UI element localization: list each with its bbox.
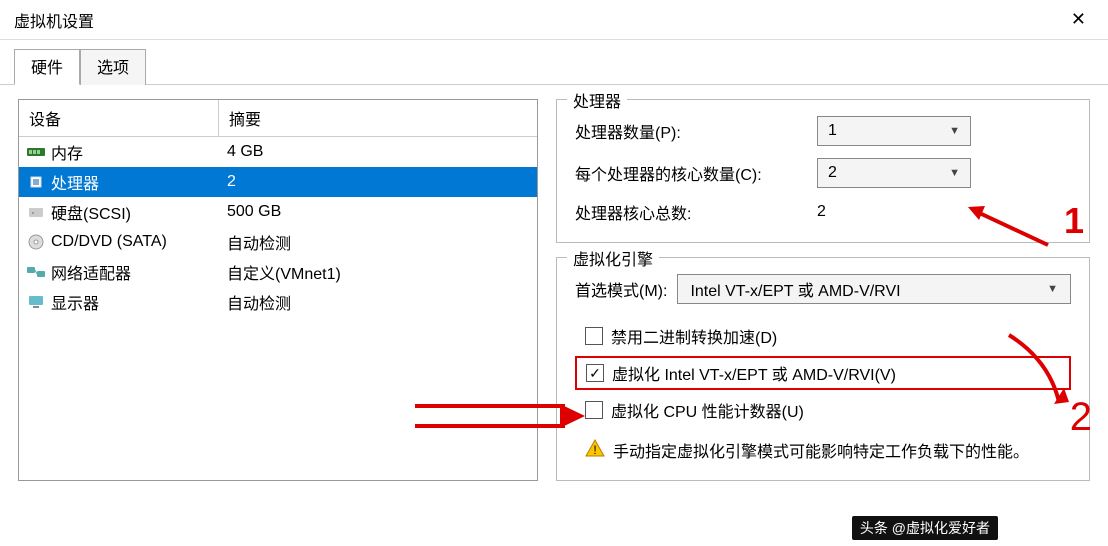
tab-bar: 硬件 选项 [0, 40, 1108, 85]
close-icon[interactable]: ✕ [1063, 5, 1094, 34]
svg-text:!: ! [593, 443, 596, 457]
device-name: CD/DVD (SATA) [51, 233, 167, 251]
col-summary[interactable]: 摘要 [219, 100, 537, 136]
titlebar: 虚拟机设置 ✕ [0, 0, 1108, 40]
device-summary: 500 GB [219, 201, 537, 223]
device-summary: 自动检测 [219, 228, 537, 256]
virt-engine-group: 虚拟化引擎 首选模式(M): Intel VT-x/EPT 或 AMD-V/RV… [556, 257, 1090, 481]
combo-value: 1 [828, 122, 837, 140]
window-title: 虚拟机设置 [14, 8, 94, 32]
warning-text: 手动指定虚拟化引擎模式可能影响特定工作负载下的性能。 [613, 438, 1029, 462]
cd-icon [27, 234, 45, 250]
table-header: 设备 摘要 [19, 100, 537, 137]
device-name: 网络适配器 [51, 260, 131, 284]
combo-value: Intel VT-x/EPT 或 AMD-V/RVI [690, 277, 900, 301]
combo-value: 2 [828, 164, 837, 182]
table-row[interactable]: 硬盘(SCSI) 500 GB [19, 197, 537, 227]
device-summary: 自动检测 [219, 288, 537, 316]
proc-count-combo[interactable]: 1 ▼ [817, 116, 971, 146]
mode-label: 首选模式(M): [575, 277, 667, 301]
proc-count-label: 处理器数量(P): [575, 119, 817, 143]
table-row[interactable]: CD/DVD (SATA) 自动检测 [19, 227, 537, 257]
disk-icon [27, 204, 45, 220]
checkbox-icon[interactable] [585, 401, 603, 419]
processor-group: 处理器 处理器数量(P): 1 ▼ 每个处理器的核心数量(C): 2 ▼ 处理器… [556, 99, 1090, 243]
total-cores-label: 处理器核心总数: [575, 200, 817, 224]
annotation-label: 2 [1070, 395, 1092, 440]
memory-icon [27, 144, 45, 160]
device-name: 显示器 [51, 290, 99, 314]
warning-row: ! 手动指定虚拟化引擎模式可能影响特定工作负载下的性能。 [575, 430, 1071, 462]
table-row[interactable]: 内存 4 GB [19, 137, 537, 167]
checkbox-label: 虚拟化 CPU 性能计数器(U) [611, 398, 804, 422]
group-title: 虚拟化引擎 [567, 246, 659, 270]
col-device[interactable]: 设备 [19, 100, 219, 136]
mode-combo[interactable]: Intel VT-x/EPT 或 AMD-V/RVI ▼ [677, 274, 1071, 304]
checkbox-vtx-ept[interactable]: ✓ 虚拟化 Intel VT-x/EPT 或 AMD-V/RVI(V) [575, 356, 1071, 390]
table-row[interactable]: 显示器 自动检测 [19, 287, 537, 317]
group-title: 处理器 [567, 88, 627, 112]
cores-per-proc-combo[interactable]: 2 ▼ [817, 158, 971, 188]
chevron-down-icon: ▼ [949, 125, 960, 137]
cpu-icon [27, 174, 45, 190]
warning-icon: ! [585, 438, 605, 458]
network-icon [27, 264, 45, 280]
total-cores-value: 2 [817, 203, 1071, 221]
device-name: 内存 [51, 140, 83, 164]
device-list: 设备 摘要 内存 4 GB 处理器 2 [18, 99, 538, 481]
chevron-down-icon: ▼ [949, 167, 960, 179]
annotation-label: 1 [1064, 200, 1084, 242]
checkbox-disable-bt[interactable]: 禁用二进制转换加速(D) [575, 320, 1071, 352]
display-icon [27, 294, 45, 310]
device-summary: 4 GB [219, 141, 537, 163]
device-summary: 自定义(VMnet1) [219, 258, 537, 286]
checkbox-icon[interactable] [585, 327, 603, 345]
table-row[interactable]: 网络适配器 自定义(VMnet1) [19, 257, 537, 287]
table-row[interactable]: 处理器 2 [19, 167, 537, 197]
checkbox-cpu-perf[interactable]: 虚拟化 CPU 性能计数器(U) [575, 394, 1071, 426]
checkbox-label: 禁用二进制转换加速(D) [611, 324, 777, 348]
checkbox-icon[interactable]: ✓ [586, 364, 604, 382]
cores-per-proc-label: 每个处理器的核心数量(C): [575, 161, 817, 185]
device-name: 处理器 [51, 170, 99, 194]
tab-options[interactable]: 选项 [80, 49, 146, 85]
tab-hardware[interactable]: 硬件 [14, 49, 80, 85]
device-summary: 2 [219, 171, 537, 193]
watermark: 头条 @虚拟化爱好者 [852, 516, 998, 540]
chevron-down-icon: ▼ [1047, 283, 1058, 295]
checkbox-label: 虚拟化 Intel VT-x/EPT 或 AMD-V/RVI(V) [612, 361, 896, 385]
device-name: 硬盘(SCSI) [51, 200, 131, 224]
